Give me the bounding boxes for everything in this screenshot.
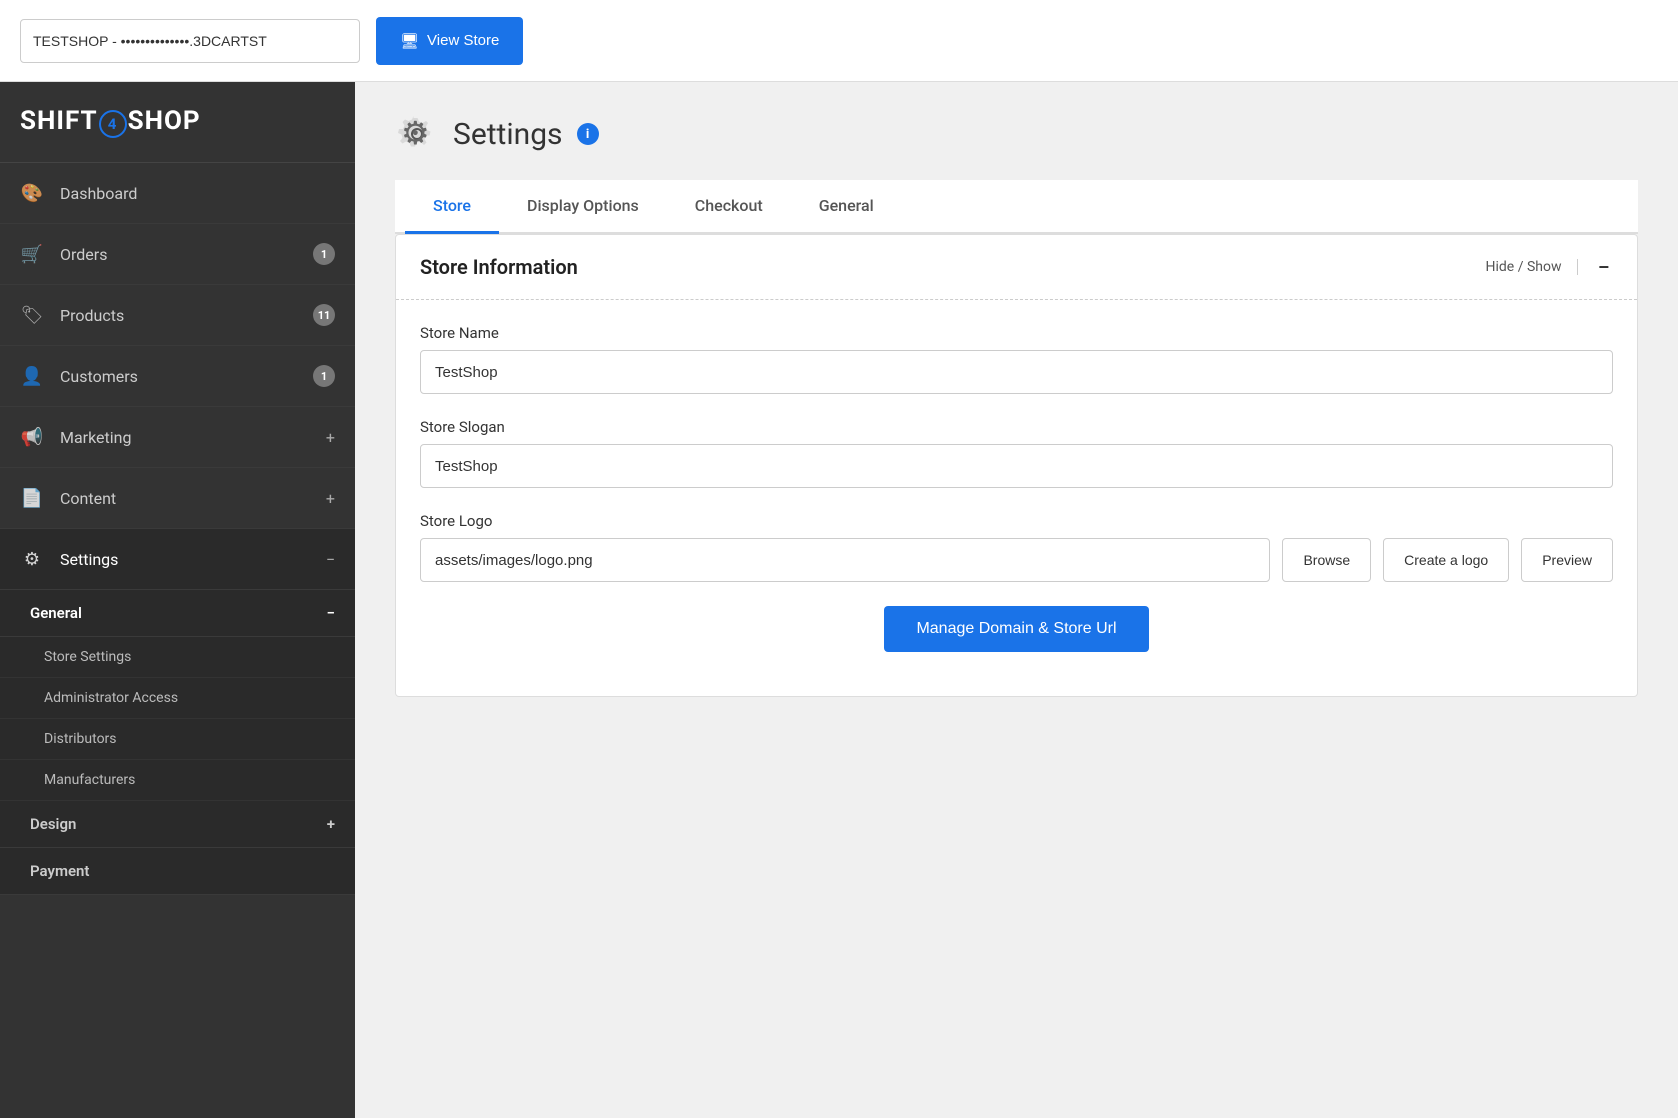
- subnav-payment[interactable]: Payment: [0, 848, 355, 895]
- sidebar-item-label: Settings: [60, 550, 318, 569]
- store-name-label: Store Name: [420, 324, 1613, 342]
- sidebar-item-settings[interactable]: ⚙ Settings −: [0, 529, 355, 590]
- orders-icon: 🛒: [20, 242, 44, 266]
- sidebar: SHIFT4SHOP 🎨 Dashboard 🛒 Orders 1 🏷 Prod…: [0, 82, 355, 1118]
- preview-button[interactable]: Preview: [1521, 538, 1613, 582]
- subnav-design[interactable]: Design +: [0, 801, 355, 848]
- layout: SHIFT4SHOP 🎨 Dashboard 🛒 Orders 1 🏷 Prod…: [0, 82, 1678, 1118]
- products-badge: 11: [313, 304, 335, 326]
- page-title: Settings: [453, 117, 563, 152]
- manage-domain-button[interactable]: Manage Domain & Store Url: [884, 606, 1148, 652]
- card-title: Store Information: [420, 255, 578, 279]
- sidebar-item-dashboard[interactable]: 🎨 Dashboard: [0, 163, 355, 224]
- sidebar-item-label: Customers: [60, 367, 305, 386]
- view-store-button[interactable]: 🖥 View Store: [376, 17, 523, 65]
- sidebar-item-label: Orders: [60, 245, 305, 264]
- store-name-group: Store Name: [420, 324, 1613, 394]
- sidebar-item-orders[interactable]: 🛒 Orders 1: [0, 224, 355, 285]
- view-store-label: View Store: [427, 32, 499, 49]
- store-information-card: Store Information Hide / Show − Store Na…: [395, 234, 1638, 697]
- customers-icon: 👤: [20, 364, 44, 388]
- card-header: Store Information Hide / Show −: [396, 235, 1637, 300]
- store-slogan-group: Store Slogan: [420, 418, 1613, 488]
- main-content: ⚙ Settings i Store Display Options Check…: [355, 82, 1678, 1118]
- browse-button[interactable]: Browse: [1282, 538, 1371, 582]
- sidebar-item-label: Products: [60, 306, 305, 325]
- dashboard-icon: 🎨: [20, 181, 44, 205]
- settings-tabs: Store Display Options Checkout General: [395, 180, 1638, 234]
- sidebar-item-products[interactable]: 🏷 Products 11: [0, 285, 355, 346]
- store-logo-group: Store Logo Browse Create a logo Preview: [420, 512, 1613, 582]
- store-logo-row: Browse Create a logo Preview: [420, 538, 1613, 582]
- sidebar-item-label: Marketing: [60, 428, 318, 447]
- settings-gear-icon: ⚙: [395, 112, 439, 156]
- store-url-input[interactable]: [20, 19, 360, 63]
- monitor-icon: 🖥: [400, 32, 419, 50]
- store-slogan-input[interactable]: [420, 444, 1613, 488]
- subnav-design-label: Design: [30, 815, 76, 833]
- settings-expand: −: [326, 550, 335, 569]
- collapse-button[interactable]: −: [1594, 257, 1613, 278]
- subnav-distributors[interactable]: Distributors: [0, 719, 355, 760]
- subnav-store-settings[interactable]: Store Settings: [0, 637, 355, 678]
- products-icon: 🏷: [20, 303, 44, 327]
- settings-header: ⚙ Settings i: [395, 112, 1638, 156]
- card-header-controls: Hide / Show −: [1486, 257, 1613, 278]
- sidebar-item-label: Dashboard: [60, 184, 335, 203]
- orders-badge: 1: [313, 243, 335, 265]
- store-slogan-label: Store Slogan: [420, 418, 1613, 436]
- card-body: Store Name Store Slogan Store Logo Brows…: [396, 300, 1637, 696]
- sidebar-item-content[interactable]: 📄 Content +: [0, 468, 355, 529]
- content-expand: +: [326, 489, 335, 508]
- subnav-administrator-access[interactable]: Administrator Access: [0, 678, 355, 719]
- store-logo-label: Store Logo: [420, 512, 1613, 530]
- sidebar-item-marketing[interactable]: 📢 Marketing +: [0, 407, 355, 468]
- logo-number: 4: [99, 110, 127, 138]
- settings-icon: ⚙: [20, 547, 44, 571]
- subnav-manufacturers[interactable]: Manufacturers: [0, 760, 355, 801]
- settings-subnav: General − Store Settings Administrator A…: [0, 590, 355, 895]
- store-name-input[interactable]: [420, 350, 1613, 394]
- marketing-icon: 📢: [20, 425, 44, 449]
- customers-badge: 1: [313, 365, 335, 387]
- top-bar: 🖥 View Store: [0, 0, 1678, 82]
- logo-text: SHIFT4SHOP: [20, 106, 201, 138]
- design-expand-icon: +: [327, 815, 335, 833]
- store-logo-input[interactable]: [420, 538, 1270, 582]
- content-icon: 📄: [20, 486, 44, 510]
- subnav-general[interactable]: General −: [0, 590, 355, 637]
- sidebar-item-customers[interactable]: 👤 Customers 1: [0, 346, 355, 407]
- sidebar-logo: SHIFT4SHOP: [0, 82, 355, 163]
- hide-show-link[interactable]: Hide / Show: [1486, 259, 1579, 275]
- tab-general[interactable]: General: [791, 180, 902, 234]
- subnav-general-label: General: [30, 604, 82, 622]
- sidebar-item-label: Content: [60, 489, 318, 508]
- create-logo-button[interactable]: Create a logo: [1383, 538, 1509, 582]
- subnav-payment-label: Payment: [30, 862, 89, 880]
- tab-display-options[interactable]: Display Options: [499, 180, 667, 234]
- info-icon[interactable]: i: [577, 123, 599, 145]
- tab-checkout[interactable]: Checkout: [667, 180, 791, 234]
- marketing-expand: +: [326, 428, 335, 447]
- tab-store[interactable]: Store: [405, 180, 499, 234]
- svg-text:⚙: ⚙: [401, 114, 430, 152]
- general-collapse-icon: −: [327, 604, 335, 622]
